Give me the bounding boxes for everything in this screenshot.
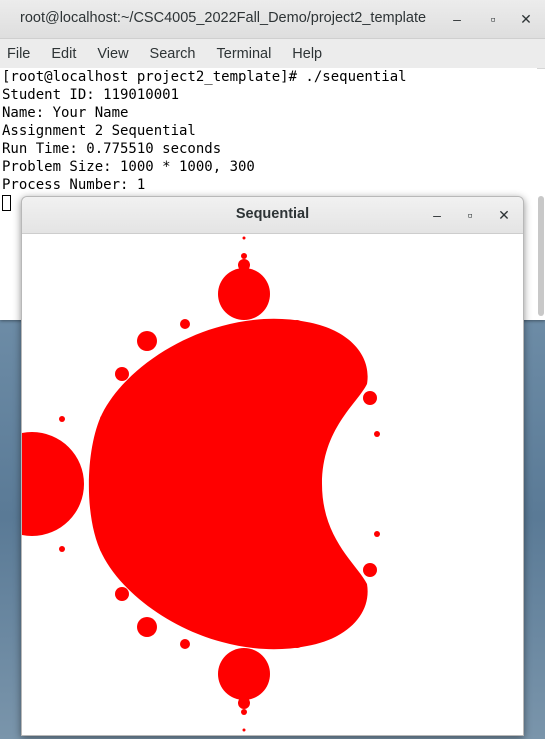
mandelbrot-canvas xyxy=(22,234,523,734)
terminal-line: Student ID: 119010001 xyxy=(2,87,180,103)
sequential-titlebar[interactable]: Sequential – ▫ ✕ xyxy=(22,197,523,234)
close-icon[interactable]: ✕ xyxy=(516,9,536,29)
terminal-line: [root@localhost project2_template]# ./se… xyxy=(2,69,407,85)
sequential-title: Sequential xyxy=(235,206,310,222)
terminal-line: Process Number: 1 xyxy=(2,177,146,193)
menu-view[interactable]: View xyxy=(97,46,128,62)
terminal-scrollbar[interactable] xyxy=(538,196,544,316)
terminal-cursor xyxy=(2,195,11,211)
menu-edit[interactable]: Edit xyxy=(51,46,76,62)
menu-search[interactable]: Search xyxy=(150,46,196,62)
sequential-window[interactable]: Sequential – ▫ ✕ xyxy=(21,196,524,736)
maximize-icon[interactable]: ▫ xyxy=(483,9,503,29)
terminal-menubar: File Edit View Search Terminal Help xyxy=(0,39,545,69)
close-icon[interactable]: ✕ xyxy=(494,205,514,225)
terminal-line: Assignment 2 Sequential xyxy=(2,123,196,139)
menu-file[interactable]: File xyxy=(7,46,30,62)
menu-help[interactable]: Help xyxy=(292,46,322,62)
mandelbrot-image xyxy=(22,236,380,732)
minimize-icon[interactable]: – xyxy=(447,9,467,29)
terminal-line: Name: Your Name xyxy=(2,105,129,121)
terminal-line: Run Time: 0.775510 seconds xyxy=(2,141,222,157)
terminal-line: Problem Size: 1000 * 1000, 300 xyxy=(2,159,255,175)
terminal-title: root@localhost:~/CSC4005_2022Fall_Demo/p… xyxy=(20,10,427,26)
minimize-icon[interactable]: – xyxy=(427,205,447,225)
terminal-titlebar[interactable]: root@localhost:~/CSC4005_2022Fall_Demo/p… xyxy=(0,0,545,39)
maximize-icon[interactable]: ▫ xyxy=(460,205,480,225)
menu-terminal[interactable]: Terminal xyxy=(217,46,272,62)
